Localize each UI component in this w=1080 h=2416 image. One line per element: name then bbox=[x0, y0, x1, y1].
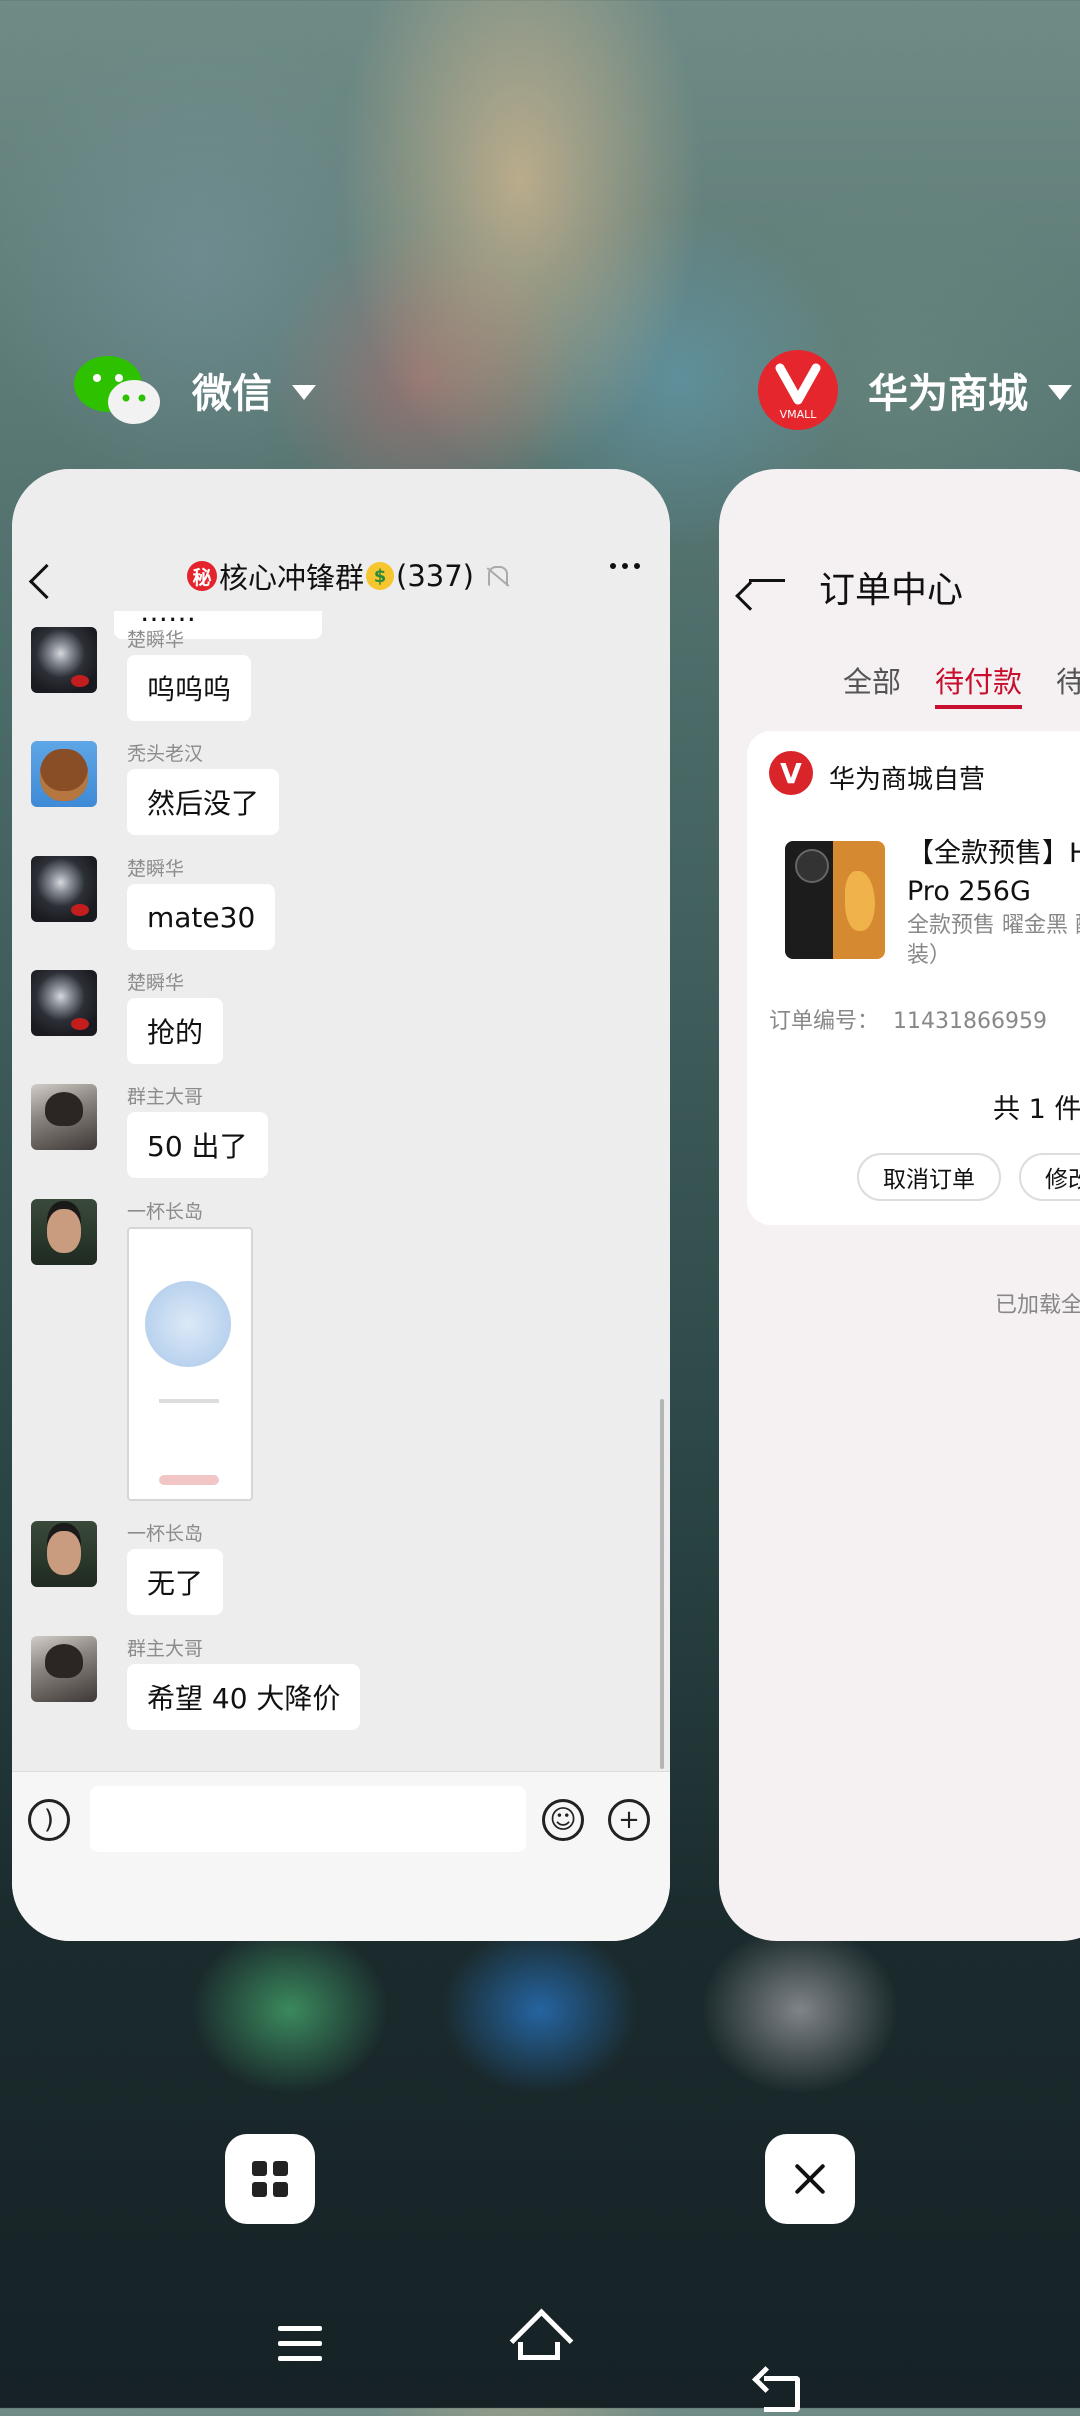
order-number-label: 订单编号： bbox=[769, 1009, 880, 1034]
add-attachment-icon[interactable]: + bbox=[608, 1799, 650, 1841]
order-tabs: 全部 待付款 待 bbox=[843, 659, 1080, 709]
message-bubble[interactable]: mate30 bbox=[127, 884, 276, 950]
sender-name: 楚瞬华 bbox=[127, 972, 185, 994]
menu-nav-icon[interactable] bbox=[278, 2326, 322, 2371]
product-image[interactable] bbox=[785, 841, 885, 959]
order-card[interactable]: V 华为商城自营 【全款预售】H e 50 Pro 256G 全款预售 曜金黑 … bbox=[747, 731, 1080, 1225]
money-face-emoji-icon: $ bbox=[366, 562, 395, 590]
tab-pending-other[interactable]: 待 bbox=[1056, 659, 1080, 709]
order-number: 订单编号： 11431866959 bbox=[769, 1003, 1047, 1035]
order-number-value: 11431866959 bbox=[893, 1009, 1047, 1034]
voice-input-icon[interactable]: ) bbox=[28, 1799, 70, 1841]
sender-name: 一杯长岛 bbox=[127, 1201, 204, 1223]
vmall-app-label[interactable]: VMALL 华为商城 bbox=[758, 350, 1072, 430]
back-icon[interactable] bbox=[28, 563, 65, 600]
message-bubble[interactable]: 然后没了 bbox=[127, 769, 280, 835]
cancel-order-button[interactable]: 取消订单 bbox=[857, 1153, 1001, 1201]
secret-badge-icon: 秘 bbox=[187, 561, 217, 591]
wechat-recent-card[interactable]: 秘 核心冲锋群 $ (337) …… 楚瞬华 呜呜呜 秃头老汉 然后没了 楚瞬华… bbox=[12, 469, 670, 1941]
more-icon[interactable] bbox=[610, 563, 640, 569]
chat-header: 秘 核心冲锋群 $ (337) bbox=[12, 469, 670, 611]
chat-title-name: 核心冲锋群 bbox=[219, 561, 365, 595]
back-arrow-icon[interactable] bbox=[749, 579, 785, 582]
avatar[interactable] bbox=[31, 1199, 97, 1265]
avatar[interactable] bbox=[31, 856, 97, 922]
scrollbar[interactable] bbox=[660, 1399, 664, 1769]
sender-name: 楚瞬华 bbox=[127, 629, 185, 651]
store-name: 华为商城自营 bbox=[829, 765, 986, 795]
store-logo-icon: V bbox=[769, 751, 813, 795]
avatar[interactable] bbox=[31, 1521, 97, 1587]
message-list[interactable]: …… 楚瞬华 呜呜呜 秃头老汉 然后没了 楚瞬华 mate30 楚瞬华 抢的 群… bbox=[12, 611, 670, 1747]
message-bubble[interactable]: 希望 40 大降价 bbox=[127, 1664, 361, 1730]
vmall-logo-icon: VMALL bbox=[758, 350, 838, 430]
message-input[interactable] bbox=[90, 1786, 526, 1852]
product-title: 【全款预售】H e 50 Pro 256G bbox=[907, 838, 1080, 907]
item-count: 共 1 件商 bbox=[993, 1094, 1080, 1125]
wechat-app-name: 微信 bbox=[192, 371, 272, 417]
home-nav-icon[interactable] bbox=[510, 2316, 568, 2366]
wechat-dropdown-icon[interactable] bbox=[292, 384, 316, 400]
loaded-all-text: 已加载全 bbox=[995, 1293, 1080, 1318]
avatar[interactable] bbox=[31, 970, 97, 1036]
product-spec: 全款预售 曜金黑 配（含充电套装） bbox=[907, 913, 1080, 968]
multi-window-button[interactable] bbox=[225, 2134, 315, 2224]
sender-name: 一杯长岛 bbox=[127, 1523, 204, 1545]
clear-all-button[interactable] bbox=[765, 2134, 855, 2224]
chat-member-count: (337) bbox=[396, 559, 474, 593]
tab-pending-payment[interactable]: 待付款 bbox=[935, 659, 1023, 709]
page-title: 订单中心 bbox=[819, 570, 964, 611]
sender-name: 群主大哥 bbox=[127, 1638, 204, 1660]
chat-title: 秘 核心冲锋群 $ (337) bbox=[187, 555, 508, 597]
vmall-app-name: 华为商城 bbox=[868, 371, 1028, 417]
emoji-icon[interactable]: ☺ bbox=[542, 1799, 584, 1841]
message-bubble[interactable]: 50 出了 bbox=[127, 1112, 268, 1178]
close-icon bbox=[793, 2162, 827, 2196]
mute-bell-icon bbox=[488, 566, 508, 586]
vmall-dropdown-icon[interactable] bbox=[1048, 384, 1072, 400]
image-message-thumbnail[interactable] bbox=[127, 1227, 253, 1501]
vmall-logo-text: VMALL bbox=[780, 408, 818, 421]
avatar[interactable] bbox=[31, 741, 97, 807]
sender-name: 秃头老汉 bbox=[127, 743, 204, 765]
avatar[interactable] bbox=[31, 1084, 97, 1150]
modify-order-button[interactable]: 修改 bbox=[1019, 1153, 1080, 1201]
back-nav-icon[interactable] bbox=[752, 2366, 804, 2416]
wechat-app-label[interactable]: 微信 bbox=[72, 350, 316, 430]
tab-all[interactable]: 全部 bbox=[843, 659, 901, 709]
avatar[interactable] bbox=[31, 1636, 97, 1702]
message-bubble[interactable]: 呜呜呜 bbox=[127, 655, 252, 721]
wechat-icon bbox=[74, 356, 160, 424]
avatar[interactable] bbox=[31, 627, 97, 693]
vmall-recent-card[interactable]: 订单中心 全部 待付款 待 V 华为商城自营 【全款预售】H e 50 Pro … bbox=[719, 469, 1080, 1941]
sender-name: 楚瞬华 bbox=[127, 858, 185, 880]
message-bubble[interactable]: 抢的 bbox=[127, 998, 224, 1064]
sender-name: 群主大哥 bbox=[127, 1086, 204, 1108]
message-bubble[interactable]: 无了 bbox=[127, 1549, 224, 1615]
grid-icon bbox=[252, 2161, 288, 2197]
chat-input-bar: ) ☺ + bbox=[12, 1771, 670, 1941]
